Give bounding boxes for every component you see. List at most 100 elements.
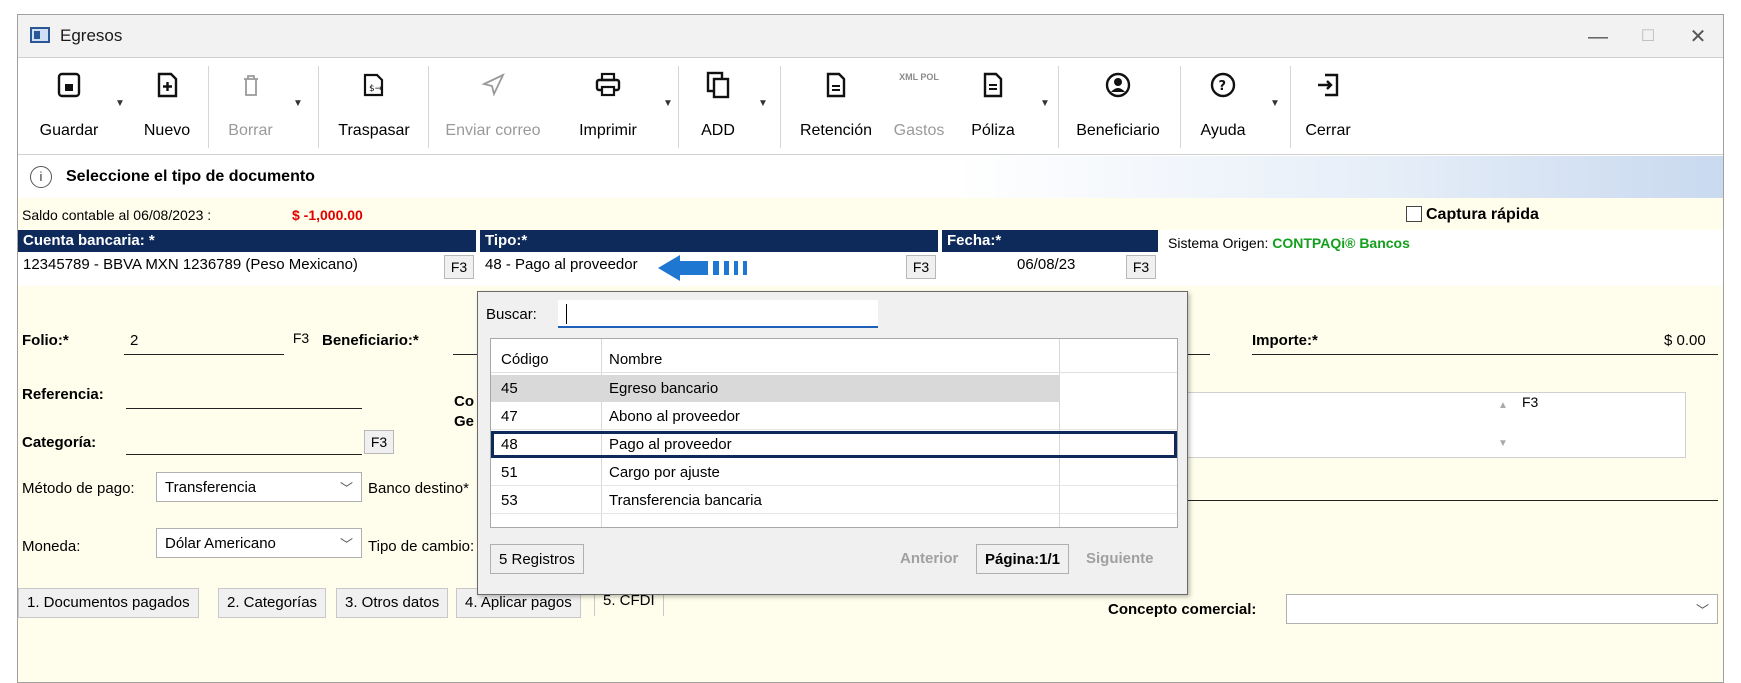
grid-row-45[interactable]: 45 Egreso bancario [491, 375, 1059, 402]
cuenta-field[interactable]: 12345789 - BBVA MXN 1236789 (Peso Mexica… [18, 252, 476, 278]
concepto-comercial-select[interactable]: ﹀ [1286, 594, 1718, 624]
add-button[interactable]: ADD ▼ [686, 58, 768, 154]
siguiente-button[interactable]: Siguiente [1078, 544, 1162, 574]
tab-otros-datos[interactable]: 3. Otros datos [336, 588, 449, 618]
cuenta-header: Cuenta bancaria: * [18, 230, 476, 252]
referencia-underline[interactable] [126, 408, 362, 409]
col-codigo-header: Código [501, 351, 549, 368]
ayuda-button[interactable]: ? Ayuda ▼ [1186, 58, 1280, 154]
send-icon [481, 73, 505, 97]
title-bar: Egresos — ☐ ✕ [18, 15, 1723, 57]
col-nombre-header: Nombre [609, 351, 663, 368]
info-icon: i [30, 166, 52, 188]
metodo-select[interactable]: Transferencia ﹀ [156, 472, 362, 502]
guardar-button[interactable]: Guardar ▼ [18, 58, 125, 154]
tab-documentos-pagados[interactable]: 1. Documentos pagados [18, 588, 199, 618]
beneficiario-label: Beneficiario [1076, 122, 1160, 139]
fecha-field[interactable]: 06/08/23 [1012, 252, 1122, 278]
retencion-button[interactable]: Retención [788, 58, 884, 154]
row-nombre: Abono al proveedor [609, 408, 740, 425]
folio-label: Folio:* [22, 332, 69, 349]
concepto-partial-label: Co [454, 393, 474, 410]
svg-text:$→: $→ [369, 84, 383, 94]
scroll-down-icon[interactable]: ▼ [1498, 438, 1508, 449]
message-text: Seleccione el tipo de documento [66, 168, 315, 185]
retencion-label: Retención [799, 122, 873, 139]
maximize-button[interactable]: ☐ [1628, 23, 1668, 51]
grid-header: Código Nombre [491, 343, 1177, 373]
captura-rapida-checkbox[interactable]: Captura rápida [1406, 206, 1539, 224]
exit-icon [1318, 73, 1339, 97]
poliza-label: Póliza [971, 122, 1015, 139]
imprimir-label: Imprimir [579, 122, 637, 139]
categoria-underline[interactable] [126, 454, 362, 455]
minimize-button[interactable]: — [1578, 23, 1618, 51]
imprimir-dropdown-icon[interactable]: ▼ [663, 98, 673, 109]
tipo-header: Tipo:* [480, 230, 938, 252]
categoria-label: Categoría: [22, 434, 97, 451]
poliza-dropdown-icon[interactable]: ▼ [1040, 98, 1050, 109]
add-dropdown-icon[interactable]: ▼ [758, 98, 768, 109]
fecha-f3-button[interactable]: F3 [1126, 255, 1156, 279]
chevron-down-icon: ﹀ [339, 481, 353, 496]
message-bar: i Seleccione el tipo de documento [18, 156, 1723, 198]
document-lines-icon [826, 72, 846, 98]
traspasar-label: Traspasar [338, 122, 410, 139]
imprimir-button[interactable]: Imprimir ▼ [563, 58, 673, 154]
categoria-f3-button[interactable]: F3 [364, 430, 394, 454]
importe-label: Importe:* [1252, 332, 1318, 349]
gastos-label: Gastos [893, 122, 945, 139]
toolbar-separator [1058, 66, 1059, 148]
metodo-value: Transferencia [165, 479, 257, 496]
cerrar-button[interactable]: Cerrar [1296, 58, 1360, 154]
anterior-button[interactable]: Anterior [892, 544, 967, 574]
row-codigo: 48 [501, 436, 518, 453]
xml-pol-icon: XML POL [899, 72, 939, 82]
banco-destino-underline[interactable] [1186, 500, 1718, 501]
close-window-button[interactable]: ✕ [1678, 23, 1718, 51]
toolbar-separator [428, 66, 429, 148]
borrar-button[interactable]: Borrar ▼ [213, 58, 303, 154]
borrar-dropdown-icon[interactable]: ▼ [293, 98, 303, 109]
tab-categorias[interactable]: 2. Categorías [218, 588, 327, 618]
enviar-correo-label: Enviar correo [445, 122, 541, 139]
grid-row-47[interactable]: 47 Abono al proveedor [491, 403, 1177, 430]
chevron-down-icon: ﹀ [1695, 603, 1709, 618]
row-nombre: Egreso bancario [609, 380, 719, 397]
registros-count: 5 Registros [490, 544, 584, 574]
moneda-select[interactable]: Dólar Americano ﹀ [156, 528, 362, 558]
scroll-up-icon[interactable]: ▲ [1498, 400, 1508, 411]
sistema-value: CONTPAQi® Bancos [1272, 235, 1410, 251]
buscar-input[interactable] [558, 300, 878, 328]
concepto-f3-button[interactable]: F3 [1522, 394, 1538, 410]
folio-f3-button[interactable]: F3 [286, 327, 316, 351]
chevron-down-icon: ﹀ [339, 537, 353, 552]
toolbar-separator [1290, 66, 1291, 148]
toolbar: Guardar ▼ Nuevo Borrar ▼ $→ Traspasar En… [18, 57, 1723, 155]
beneficiario-label-field: Beneficiario:* [322, 332, 419, 349]
gastos-button[interactable]: XML POL Gastos [884, 58, 954, 154]
concepto-textarea[interactable] [1186, 392, 1686, 458]
buscar-label: Buscar: [486, 306, 537, 323]
row-codigo: 47 [501, 408, 518, 425]
ayuda-dropdown-icon[interactable]: ▼ [1270, 98, 1280, 109]
general-partial-label: Ge [454, 413, 475, 430]
toolbar-separator [1180, 66, 1181, 148]
traspasar-button[interactable]: $→ Traspasar [326, 58, 422, 154]
poliza-button[interactable]: Póliza ▼ [958, 58, 1050, 154]
folio-underline [124, 354, 284, 355]
grid-row-53[interactable]: 53 Transferencia bancaria [491, 487, 1177, 514]
tipo-f3-button[interactable]: F3 [906, 255, 936, 279]
grid-row-51[interactable]: 51 Cargo por ajuste [491, 459, 1177, 486]
folio-value[interactable]: 2 [130, 332, 138, 349]
guardar-dropdown-icon[interactable]: ▼ [115, 98, 125, 109]
enviar-correo-button[interactable]: Enviar correo [433, 58, 553, 154]
beneficiario-button[interactable]: Beneficiario [1063, 58, 1173, 154]
importe-value[interactable]: $ 0.00 [1664, 332, 1706, 349]
grid-row-48-selected[interactable]: 48 Pago al proveedor [491, 431, 1177, 458]
checkbox-box[interactable] [1406, 206, 1422, 222]
row-codigo: 51 [501, 464, 518, 481]
nuevo-button[interactable]: Nuevo [128, 58, 206, 154]
guardar-label: Guardar [39, 122, 99, 139]
cuenta-f3-button[interactable]: F3 [444, 255, 474, 279]
